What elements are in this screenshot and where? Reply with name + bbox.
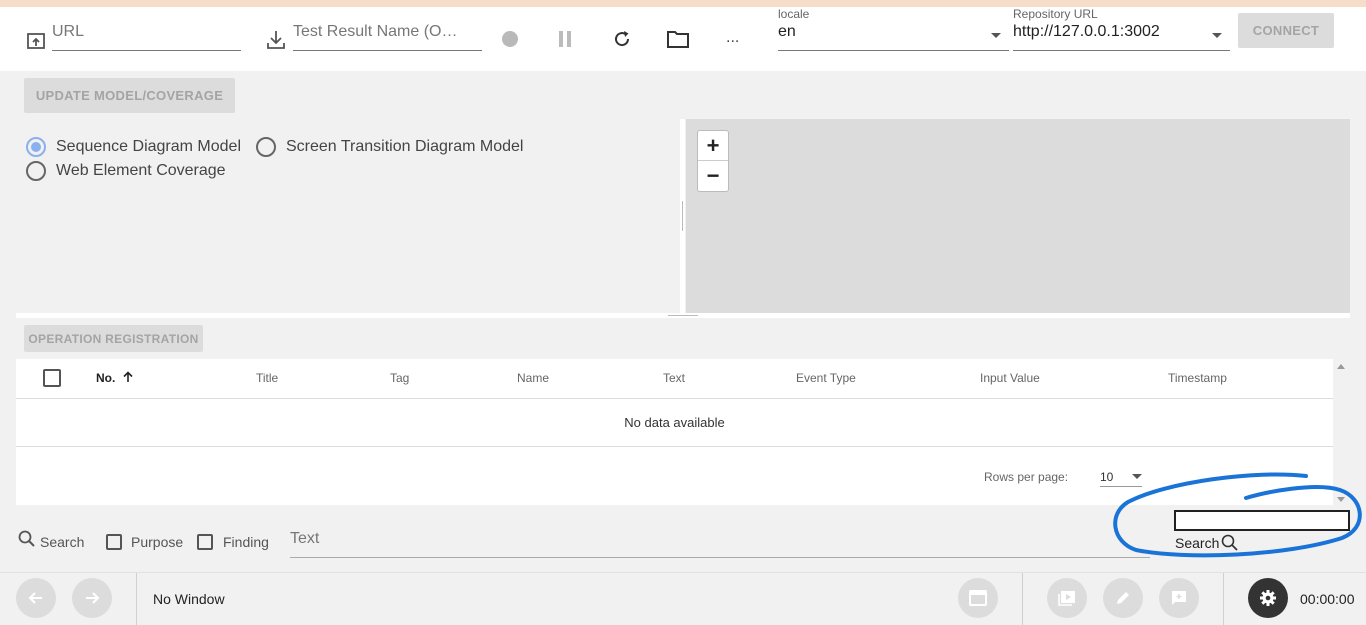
search-button-label[interactable]: Search [40, 534, 84, 550]
arrow-left-icon [28, 592, 42, 604]
column-event-type[interactable]: Event Type [796, 371, 856, 385]
column-name[interactable]: Name [517, 371, 549, 385]
open-url-icon[interactable] [26, 31, 46, 56]
repository-url-label: Repository URL [1013, 7, 1098, 21]
splitter-grip [668, 315, 698, 316]
sequence-diagram-radio[interactable] [26, 136, 48, 158]
repository-url-select[interactable]: http://127.0.0.1:3002 [1013, 23, 1230, 51]
arrow-right-icon [86, 592, 100, 604]
column-text[interactable]: Text [663, 371, 685, 385]
window-top-strip [0, 0, 1366, 7]
timer: 00:00:00 [1300, 591, 1355, 607]
url-placeholder: URL [52, 23, 85, 40]
web-element-coverage-label[interactable]: Web Element Coverage [56, 162, 226, 180]
more-button[interactable]: ... [726, 29, 739, 47]
annotation-ellipse [1113, 472, 1362, 558]
repository-url-value: http://127.0.0.1:3002 [1013, 23, 1160, 40]
chevron-down-icon [991, 33, 1001, 38]
screen-transition-radio[interactable] [256, 136, 278, 158]
url-input[interactable]: URL [52, 23, 241, 51]
folder-icon [667, 31, 689, 48]
column-tag[interactable]: Tag [390, 371, 409, 385]
sequence-diagram-label[interactable]: Sequence Diagram Model [56, 138, 241, 156]
window-label: No Window [153, 591, 225, 607]
edit-button[interactable] [1103, 578, 1143, 618]
zoom-out-button[interactable]: − [698, 161, 728, 191]
splitter-grip [682, 201, 683, 231]
download-icon[interactable] [266, 29, 286, 56]
test-result-placeholder: Test Result Name (O… [293, 23, 458, 40]
toolbar: URL Test Result Name (O… ... locale en R… [0, 7, 1366, 71]
radio-unchecked-icon [256, 137, 276, 157]
divider [1022, 573, 1023, 625]
connect-button[interactable]: CONNECT [1238, 13, 1334, 48]
record-icon [502, 31, 518, 47]
screen-transition-label[interactable]: Screen Transition Diagram Model [286, 138, 523, 156]
radio-unchecked-icon [26, 161, 46, 181]
update-model-coverage-button[interactable]: UPDATE MODEL/COVERAGE [24, 78, 235, 113]
pause-button[interactable] [555, 29, 575, 49]
column-input-value[interactable]: Input Value [980, 371, 1040, 385]
empty-row: No data available [16, 399, 1333, 447]
column-title[interactable]: Title [256, 371, 278, 385]
web-element-coverage-radio[interactable] [26, 160, 48, 182]
test-result-name-input[interactable]: Test Result Name (O… [293, 23, 482, 51]
window-icon [969, 590, 987, 606]
pause-icon [559, 31, 571, 47]
divider [1223, 573, 1224, 625]
finding-checkbox[interactable] [197, 534, 213, 550]
select-all-checkbox[interactable] [43, 369, 61, 387]
arrow-up-icon [123, 371, 133, 382]
text-search-input[interactable]: Text [290, 530, 1150, 558]
open-folder-button[interactable] [666, 28, 690, 50]
finding-label: Finding [223, 534, 269, 550]
locale-value: en [778, 23, 796, 40]
zoom-control: + − [697, 130, 729, 192]
search-icon[interactable] [18, 530, 36, 553]
operation-registration-button[interactable]: OPERATION REGISTRATION [24, 325, 203, 352]
rows-per-page-label: Rows per page: [984, 470, 1069, 484]
vertical-splitter[interactable] [680, 119, 685, 313]
screenshot-button[interactable] [1047, 578, 1087, 618]
purpose-label: Purpose [131, 534, 184, 550]
refresh-icon [615, 31, 630, 47]
record-button[interactable] [500, 29, 520, 49]
column-no[interactable]: No. [96, 371, 134, 385]
column-timestamp[interactable]: Timestamp [1168, 371, 1227, 385]
column-no-label: No. [96, 371, 116, 385]
forward-button[interactable] [72, 578, 112, 618]
text-search-placeholder: Text [290, 530, 320, 547]
purpose-checkbox[interactable] [106, 534, 122, 550]
scroll-up-icon[interactable] [1337, 364, 1345, 369]
refresh-button[interactable] [611, 28, 633, 50]
divider [136, 573, 137, 625]
settings-button[interactable] [1248, 578, 1288, 618]
locale-label: locale [778, 7, 810, 21]
locale-select[interactable]: en [778, 23, 1009, 51]
chevron-down-icon [1212, 33, 1222, 38]
zoom-in-button[interactable]: + [698, 131, 728, 161]
radio-checked-icon [26, 137, 46, 157]
add-comment-button[interactable] [1159, 578, 1199, 618]
pencil-icon [1117, 592, 1129, 604]
diagram-panel[interactable] [686, 119, 1350, 313]
back-button[interactable] [16, 578, 56, 618]
horizontal-splitter[interactable] [16, 313, 1350, 318]
bottom-bar: No Window 00:00:00 [0, 572, 1366, 625]
video-icon [1058, 591, 1075, 606]
table-header: No. Title Tag Name Text Event Type Input… [16, 359, 1333, 399]
add-comment-icon [1172, 591, 1186, 605]
window-select-button[interactable] [958, 578, 998, 618]
gear-icon [1260, 590, 1276, 606]
